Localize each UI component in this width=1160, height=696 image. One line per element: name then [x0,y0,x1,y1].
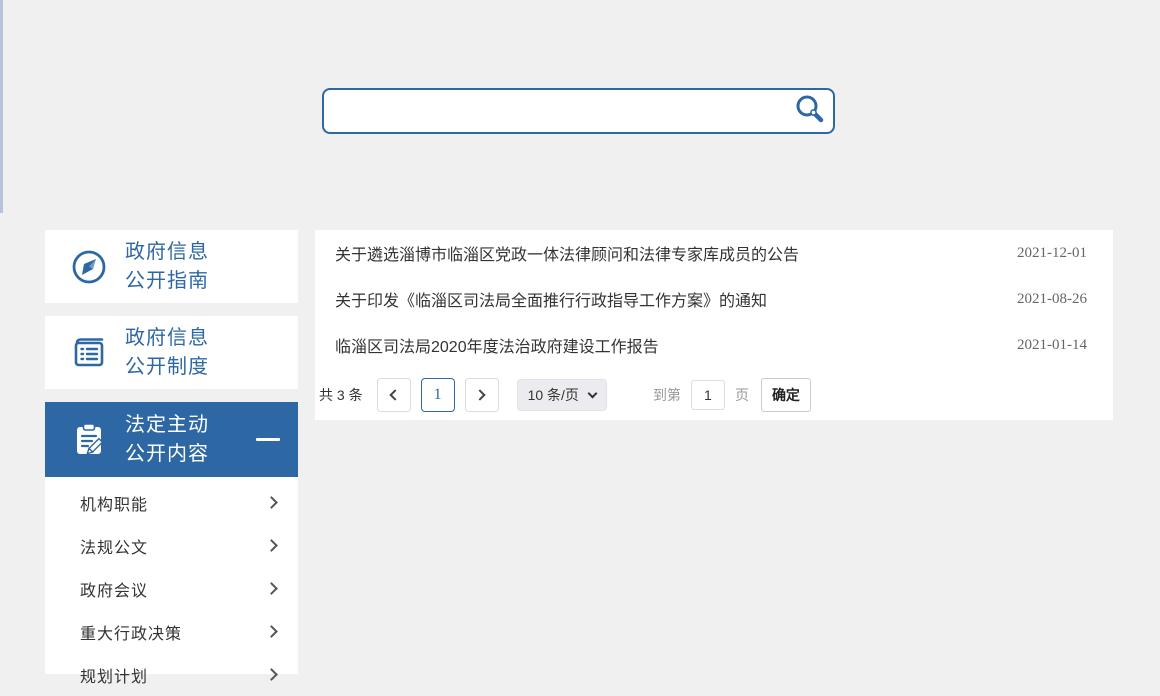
sidebar-item-label: 公开制度 [125,355,209,378]
search-input[interactable] [324,90,787,132]
chevron-right-icon [265,582,278,595]
article-title[interactable]: 关于印发《临淄区司法局全面推行行政指导工作方案》的通知 [335,287,767,311]
search-bar [322,88,835,134]
submenu-item-planning[interactable]: 规划计划 [45,653,298,696]
goto-suffix-label: 页 [734,387,749,403]
confirm-button[interactable]: 确定 [760,378,811,412]
sidebar-submenu: 机构职能 法规公文 政府会议 重大行政决策 规划计划 [45,477,298,686]
sidebar-item-label: 政府信息 [125,240,209,263]
collapse-minus-icon[interactable] [256,438,280,441]
submenu-item-meetings[interactable]: 政府会议 [45,567,298,610]
page-size-select[interactable]: 10 条/页 [516,379,607,411]
goto-page-input[interactable] [690,380,725,410]
article-list-panel: 关于遴选淄博市临淄区党政一体法律顾问和法律专家库成员的公告 2021-12-01… [315,230,1113,420]
submenu-item-label: 政府会议 [80,582,149,600]
submenu-item-organization[interactable]: 机构职能 [45,481,298,524]
total-count-label: 共 3 条 [319,387,363,403]
chevron-right-icon [265,539,278,552]
submenu-item-label: 重大行政决策 [80,625,183,643]
sidebar-item-label: 法定主动 [125,413,209,436]
sidebar-item-disclosure-system[interactable]: 政府信息 公开制度 [45,316,298,389]
rules-document-icon [69,333,109,373]
sidebar: 政府信息 公开指南 政府信息 公开制度 法定主动 公开内容 机构职能 法规公文 … [45,230,298,686]
clipboard-pencil-icon [69,420,109,460]
sidebar-item-statutory-disclosure[interactable]: 法定主动 公开内容 [45,402,298,477]
goto-prefix-label: 到第 [652,387,681,403]
chevron-left-icon [389,389,401,401]
page-edge-decoration [0,0,3,213]
article-date: 2021-08-26 [1017,290,1087,307]
next-page-button[interactable] [464,378,499,412]
article-title[interactable]: 关于遴选淄博市临淄区党政一体法律顾问和法律专家库成员的公告 [335,241,799,265]
prev-page-button[interactable] [376,378,411,412]
search-button[interactable] [787,90,833,132]
submenu-item-label: 法规公文 [80,539,149,557]
article-row[interactable]: 关于遴选淄博市临淄区党政一体法律顾问和法律专家库成员的公告 2021-12-01 [315,230,1113,276]
compass-icon [69,247,109,287]
page-number-button[interactable]: 1 [420,378,455,412]
caret-down-icon [587,388,598,399]
magnifier-icon [793,93,827,130]
submenu-item-regulations[interactable]: 法规公文 [45,524,298,567]
chevron-right-icon [265,625,278,638]
article-date: 2021-12-01 [1017,244,1087,261]
chevron-right-icon [265,668,278,681]
article-row[interactable]: 临淄区司法局2020年度法治政府建设工作报告 2021-01-14 [315,322,1113,368]
submenu-item-major-decisions[interactable]: 重大行政决策 [45,610,298,653]
sidebar-item-disclosure-guide[interactable]: 政府信息 公开指南 [45,230,298,303]
chevron-right-icon [474,389,486,401]
page-size-label: 10 条/页 [527,387,579,403]
submenu-item-label: 规划计划 [80,668,149,686]
sidebar-item-label: 公开指南 [125,269,209,292]
pagination-bar: 共 3 条 1 10 条/页 到第 页 确定 [315,378,1113,412]
article-title[interactable]: 临淄区司法局2020年度法治政府建设工作报告 [335,333,659,357]
article-date: 2021-01-14 [1017,336,1087,353]
submenu-item-label: 机构职能 [80,496,149,514]
article-row[interactable]: 关于印发《临淄区司法局全面推行行政指导工作方案》的通知 2021-08-26 [315,276,1113,322]
chevron-right-icon [265,496,278,509]
sidebar-item-label: 政府信息 [125,326,209,349]
sidebar-item-label: 公开内容 [125,442,209,465]
